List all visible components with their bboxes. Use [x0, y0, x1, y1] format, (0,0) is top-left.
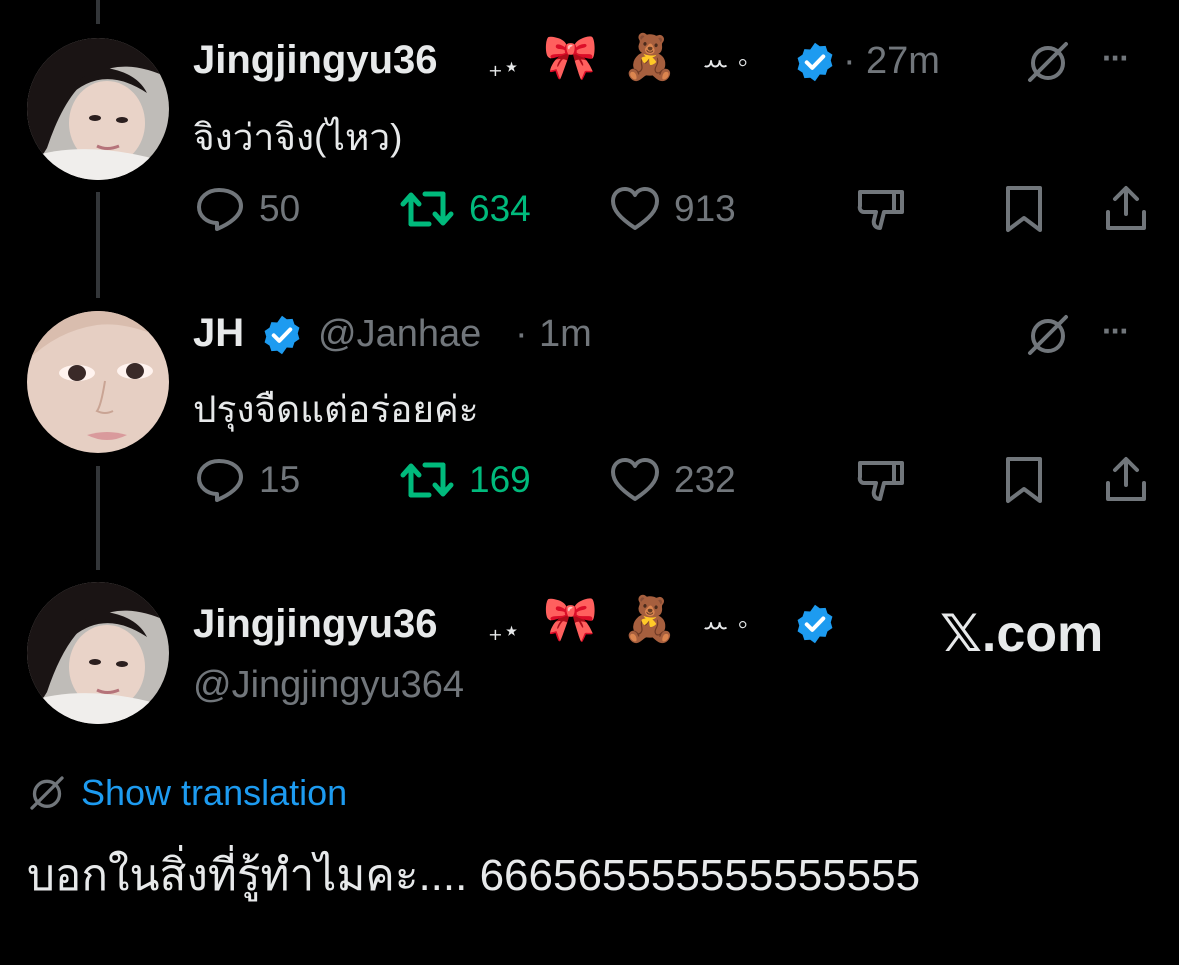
display-name[interactable]: JH: [193, 311, 244, 356]
repost-count: 169: [469, 459, 531, 500]
repost-button[interactable]: 169: [399, 457, 531, 503]
name-decoration: ₊⋆: [488, 51, 521, 82]
verified-badge-icon: [797, 604, 833, 644]
verified-badge-icon: [264, 315, 300, 355]
bookmark-icon[interactable]: [1003, 455, 1045, 505]
thread-line-2: [96, 466, 100, 570]
avatar[interactable]: [27, 311, 169, 453]
separator-dot: ·: [515, 313, 528, 355]
timestamp[interactable]: 27m: [866, 40, 940, 83]
like-icon: [611, 458, 659, 501]
repost-icon: [400, 462, 454, 498]
avatar[interactable]: [27, 38, 169, 180]
teddy-bear-emoji: 🧸: [622, 595, 677, 644]
reply-button[interactable]: 50: [195, 186, 300, 232]
display-name[interactable]: Jingjingyu36: [193, 38, 438, 83]
tweet-text: บอกในสิ่งที่รู้ทำไมคะ.... 66656555555555…: [27, 851, 921, 900]
separator-dot: ·: [843, 40, 856, 82]
name-decoration-tail: ꕀ ◦: [702, 608, 749, 641]
more-icon[interactable]: ···: [1102, 313, 1130, 350]
handle[interactable]: @Jingjingyu364: [193, 664, 464, 707]
thread-line-1: [96, 192, 100, 298]
show-translation-label: Show translation: [81, 772, 348, 813]
teddy-bear-emoji: 🧸: [622, 33, 677, 82]
reply-count: 50: [259, 188, 301, 229]
like-button[interactable]: 913: [610, 186, 736, 232]
like-count: 913: [674, 188, 736, 229]
name-decoration-tail: ꕀ ◦: [702, 46, 749, 79]
more-icon[interactable]: ···: [1102, 40, 1130, 77]
watermark: 𝕏.com: [940, 605, 1104, 663]
tweet-text: ปรุงจืดแต่อร่อยค่ะ: [193, 389, 479, 430]
verified-badge-icon: [797, 42, 833, 82]
share-icon[interactable]: [1103, 184, 1149, 234]
like-count: 232: [674, 459, 736, 500]
show-translation-link[interactable]: Show translation: [27, 772, 347, 814]
repost-count: 634: [469, 188, 531, 229]
reply-icon: [197, 188, 243, 231]
reply-count: 15: [259, 459, 301, 500]
thread-line-top: [96, 0, 100, 24]
repost-button[interactable]: 634: [399, 186, 531, 232]
bookmark-icon[interactable]: [1003, 184, 1045, 234]
timestamp[interactable]: 1m: [539, 313, 592, 356]
translate-icon: [30, 776, 64, 810]
dislike-icon[interactable]: [854, 186, 906, 234]
like-button[interactable]: 232: [610, 457, 736, 503]
ribbon-emoji: 🎀: [543, 33, 598, 82]
handle[interactable]: @Janhae: [318, 313, 481, 356]
dislike-icon[interactable]: [854, 457, 906, 505]
grok-icon[interactable]: [1024, 38, 1072, 86]
display-name[interactable]: Jingjingyu36: [193, 602, 438, 647]
ribbon-emoji: 🎀: [543, 595, 598, 644]
share-icon[interactable]: [1103, 455, 1149, 505]
grok-icon[interactable]: [1024, 311, 1072, 359]
reply-icon: [197, 459, 243, 502]
reply-button[interactable]: 15: [195, 457, 300, 503]
repost-icon: [400, 191, 454, 227]
avatar[interactable]: [27, 582, 169, 724]
like-icon: [611, 187, 659, 230]
tweet-text: จิงว่าจิง(ไหว): [193, 117, 403, 158]
name-decoration: ₊⋆: [488, 615, 521, 646]
